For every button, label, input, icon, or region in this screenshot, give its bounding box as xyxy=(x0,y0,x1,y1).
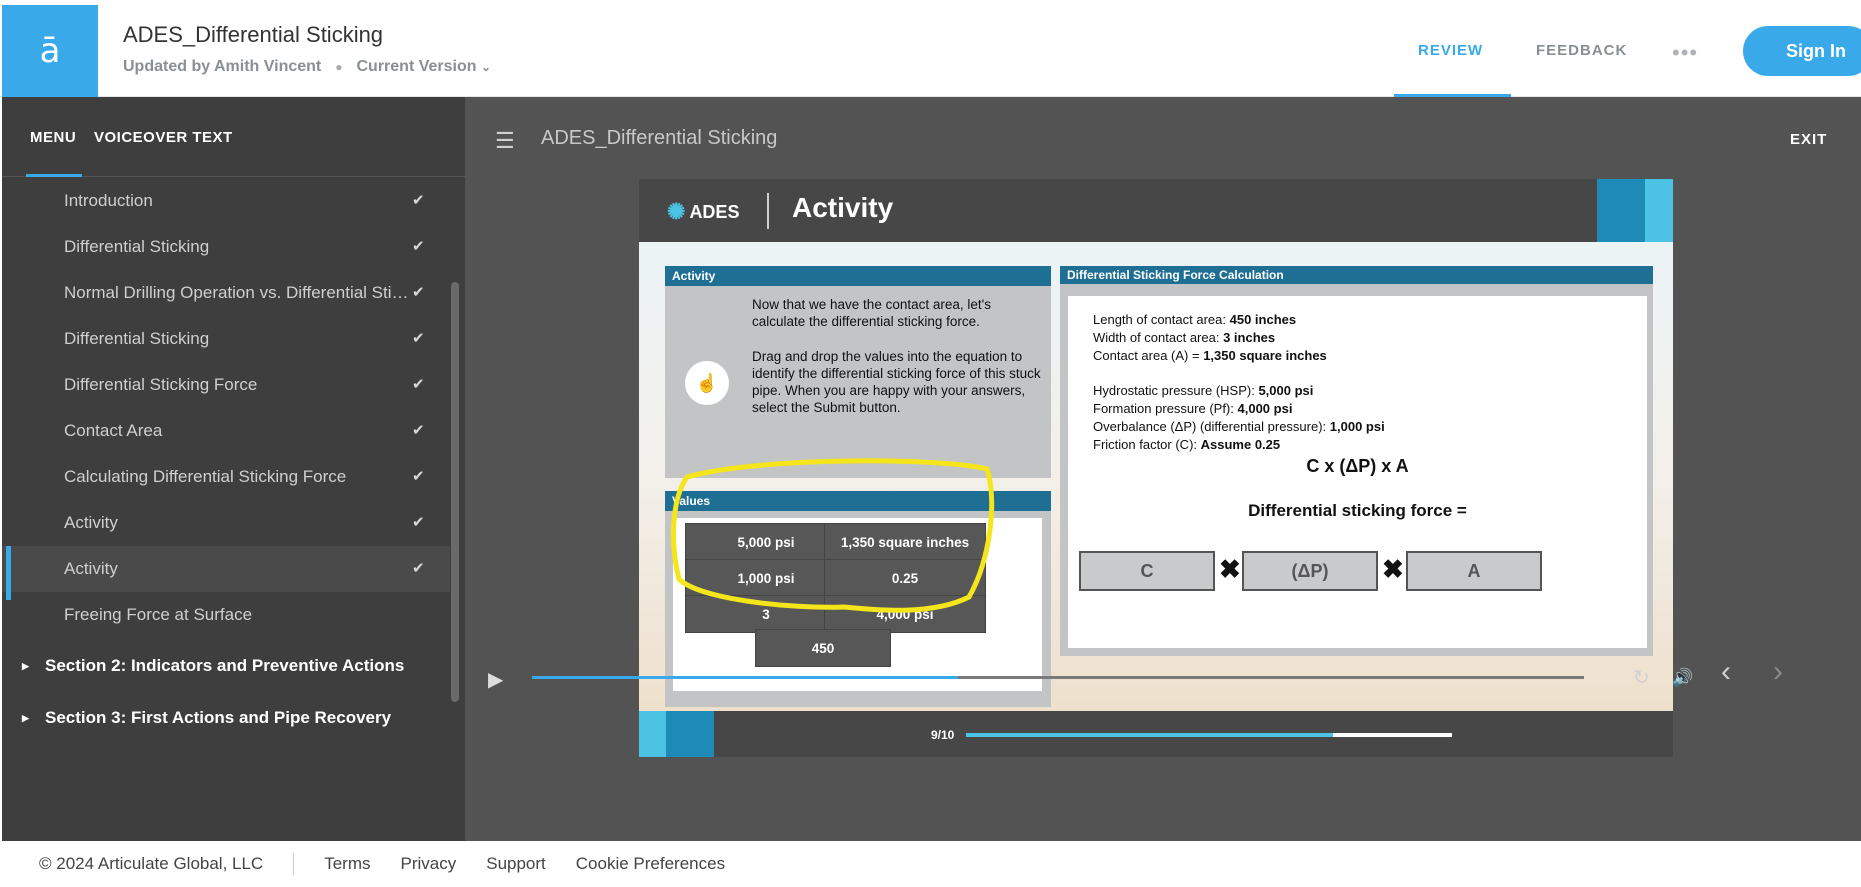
menu-item[interactable]: Differential Sticking Force ✔ xyxy=(2,362,450,408)
sign-in-button[interactable]: Sign In xyxy=(1743,26,1861,76)
menu-item[interactable]: Calculating Differential Sticking Force ✔ xyxy=(2,454,450,500)
formula: C x (ΔP) x A xyxy=(1306,456,1409,476)
drop-slot-c[interactable]: C xyxy=(1079,551,1215,591)
updated-by: Updated by Amith Vincent xyxy=(123,58,322,75)
slide-progress-fill xyxy=(966,733,1333,737)
checkmark-icon: ✔ xyxy=(412,284,425,301)
footer-link-privacy[interactable]: Privacy xyxy=(401,854,457,874)
calculation-panel-header: Differential Sticking Force Calculation xyxy=(1060,266,1653,284)
menu-item[interactable]: Normal Drilling Operation vs. Differenti… xyxy=(2,270,450,316)
fact-overbalance: Overbalance (ΔP) (differential pressure)… xyxy=(1093,419,1385,434)
menu-item[interactable]: Freeing Force at Surface xyxy=(2,592,450,638)
tab-review[interactable]: REVIEW xyxy=(1418,42,1483,59)
sidebar-tabs: MENU VOICEOVER TEXT xyxy=(2,97,465,177)
fact-contact-area: Contact area (A) = 1,350 square inches xyxy=(1093,348,1327,363)
result-label: Differential sticking force = xyxy=(1248,501,1467,520)
separator-dot: ● xyxy=(335,60,343,74)
exit-button[interactable]: EXIT xyxy=(1790,131,1827,148)
sidebar-scrollbar[interactable] xyxy=(451,282,459,702)
slide-progress-track xyxy=(966,733,1452,737)
page-footer: © 2024 Articulate Global, LLC Terms Priv… xyxy=(0,841,1861,887)
checkmark-icon: ✔ xyxy=(412,376,425,393)
menu-item-label: Contact Area xyxy=(64,421,163,440)
menu-item[interactable]: Introduction ✔ xyxy=(2,178,450,224)
top-bar: ā ADES_Differential Sticking Updated by … xyxy=(0,0,1861,97)
replay-icon[interactable]: ↻ xyxy=(1633,665,1650,690)
footer-divider xyxy=(293,853,295,875)
caret-right-icon: ▶ xyxy=(22,712,29,723)
menu-item[interactable]: Contact Area ✔ xyxy=(2,408,450,454)
menu-item-label: Calculating Differential Sticking Force xyxy=(64,467,347,486)
footer-link-support[interactable]: Support xyxy=(486,854,546,874)
version-dropdown[interactable]: Current Version ⌄ xyxy=(357,58,492,76)
menu-item[interactable]: Differential Sticking ✔ xyxy=(2,224,450,270)
menu-item[interactable]: Activity ✔ xyxy=(2,500,450,546)
calculation-body: Length of contact area: 450 inches Width… xyxy=(1068,296,1647,648)
tab-menu-indicator xyxy=(26,174,82,177)
player-title: ADES_Differential Sticking xyxy=(541,127,778,149)
player: ☰ ADES_Differential Sticking EXIT ✺ ADES … xyxy=(465,97,1861,841)
app-root: ā ADES_Differential Sticking Updated by … xyxy=(0,0,1861,887)
tab-menu[interactable]: MENU xyxy=(30,129,76,146)
calculation-panel: Differential Sticking Force Calculation … xyxy=(1060,266,1653,656)
checkmark-icon: ✔ xyxy=(412,330,425,347)
sidebar: MENU VOICEOVER TEXT Introduction ✔ Differe… xyxy=(2,97,465,841)
section-label: Section 2: Indicators and Preventive Act… xyxy=(45,656,405,675)
copyright: © 2024 Articulate Global, LLC xyxy=(39,854,264,873)
hamburger-menu-icon[interactable]: ☰ xyxy=(495,128,515,154)
app-logo[interactable]: ā xyxy=(2,5,98,97)
footer-link-terms[interactable]: Terms xyxy=(324,854,370,874)
tab-feedback[interactable]: FEEDBACK xyxy=(1536,42,1627,59)
fact-length: Length of contact area: 450 inches xyxy=(1093,312,1297,327)
course-meta: Updated by Amith Vincent ● Current Versi… xyxy=(123,58,491,76)
version-label: Current Version xyxy=(356,58,477,75)
checkmark-icon: ✔ xyxy=(412,192,425,209)
drop-slot-a[interactable]: A xyxy=(1406,551,1542,591)
fact-width: Width of contact area: 3 inches xyxy=(1093,330,1276,345)
menu-item-label: Activity xyxy=(64,513,118,532)
volume-icon[interactable]: 🔊 xyxy=(1672,668,1693,688)
slide-page-indicator: 9/10 xyxy=(931,728,955,742)
seek-bar[interactable] xyxy=(532,676,1584,679)
play-icon[interactable]: ▶ xyxy=(488,667,503,692)
next-slide-icon[interactable]: › xyxy=(1773,655,1783,689)
caret-right-icon: ▶ xyxy=(22,660,29,671)
checkmark-icon: ✔ xyxy=(412,560,425,577)
slide-footer-bar: 9/10 xyxy=(639,711,1673,757)
fact-hydrostatic-pressure: Hydrostatic pressure (HSP): 5,000 psi xyxy=(1093,383,1314,398)
menu-item-label: Normal Drilling Operation vs. Differenti… xyxy=(64,283,409,302)
section-label: Section 3: First Actions and Pipe Recove… xyxy=(45,708,392,727)
menu-item-label: Introduction xyxy=(64,191,153,210)
prev-slide-icon[interactable]: ‹ xyxy=(1721,655,1731,689)
logo-glyph: ā xyxy=(39,31,61,71)
footer-accent-dark xyxy=(666,711,714,757)
menu-item-label: Activity xyxy=(64,559,118,578)
seek-bar-fill xyxy=(532,676,959,679)
section-item[interactable]: ▶ Section 2: Indicators and Preventive Ac… xyxy=(2,640,450,692)
checkmark-icon: ✔ xyxy=(412,422,425,439)
slide: ✺ ADES Activity Activity ☝ Now that we ha… xyxy=(639,179,1673,711)
course-title: ADES_Differential Sticking xyxy=(123,22,384,47)
tab-voiceover-text[interactable]: VOICEOVER TEXT xyxy=(94,129,233,146)
menu-item[interactable]: Differential Sticking ✔ xyxy=(2,316,450,362)
checkmark-icon: ✔ xyxy=(412,238,425,255)
menu-item-label: Freeing Force at Surface xyxy=(64,605,253,624)
footer-link-cookie-preferences[interactable]: Cookie Preferences xyxy=(576,854,725,874)
footer-accent-light xyxy=(639,711,666,757)
menu-item-label: Differential Sticking xyxy=(64,237,210,256)
fact-formation-pressure: Formation pressure (Pf): 4,000 psi xyxy=(1093,401,1293,416)
times-icon: ✖ xyxy=(1382,554,1404,584)
more-options-icon[interactable]: ••• xyxy=(1672,40,1698,66)
section-item[interactable]: ▶ Section 3: First Actions and Pipe Recov… xyxy=(2,692,450,744)
checkmark-icon: ✔ xyxy=(412,468,425,485)
times-icon: ✖ xyxy=(1219,554,1241,584)
checkmark-icon: ✔ xyxy=(412,514,425,531)
menu-item-label: Differential Sticking xyxy=(64,329,210,348)
menu-item[interactable]: Activity ✔ xyxy=(2,546,450,600)
menu-item-label: Differential Sticking Force xyxy=(64,375,258,394)
fact-friction-factor: Friction factor (C): Assume 0.25 xyxy=(1093,437,1281,452)
chevron-down-icon: ⌄ xyxy=(480,60,492,74)
drop-slot-delta-p[interactable]: (ΔP) xyxy=(1242,551,1378,591)
